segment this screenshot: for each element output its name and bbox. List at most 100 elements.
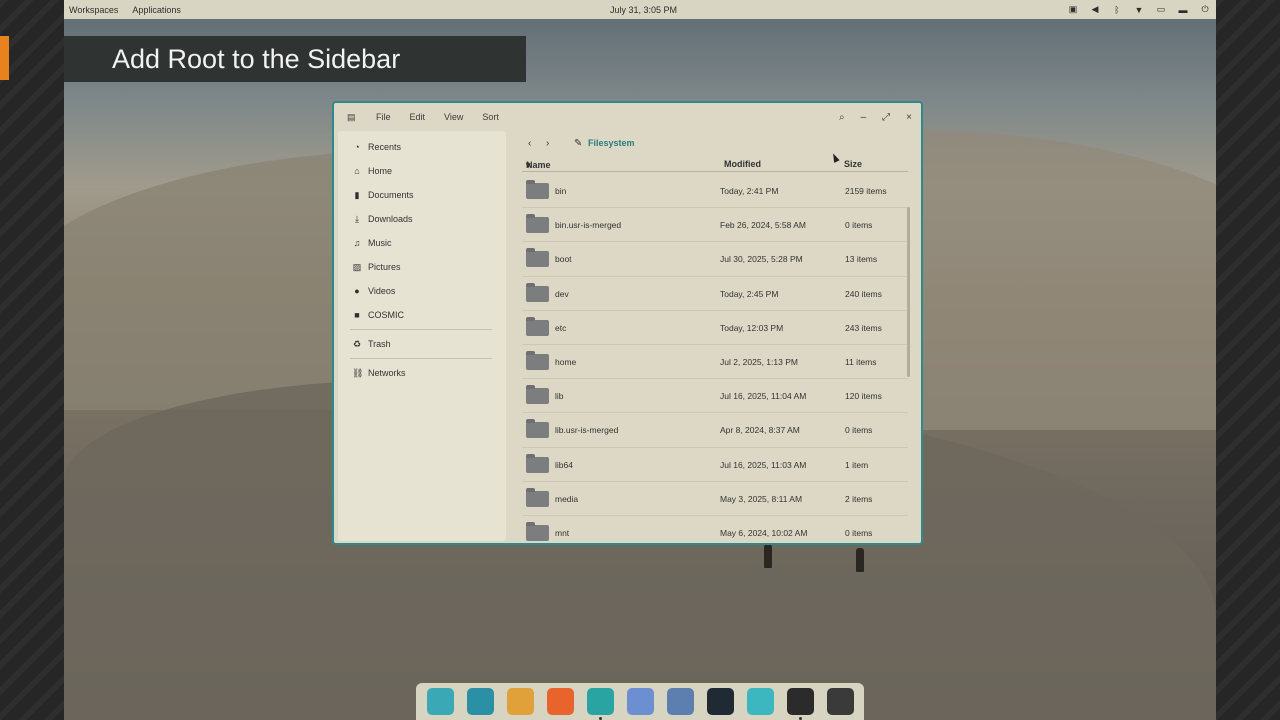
sidebar-item-cosmic[interactable]: ■ COSMIC [352, 308, 404, 322]
sidebar-item-label: Networks [368, 368, 406, 378]
close-icon[interactable]: × [906, 112, 912, 123]
documents-icon: ▮ [354, 189, 360, 200]
volume-icon[interactable]: ◀ [1090, 4, 1100, 15]
table-row[interactable]: bin Today, 2:41 PM 2159 items [522, 174, 908, 209]
power-icon[interactable]: ⏻ [1200, 4, 1210, 15]
file-modified: Feb 26, 2024, 5:58 AM [720, 220, 807, 231]
scrollbar[interactable] [907, 207, 910, 377]
sidebar-item-recents[interactable]: ◔ Recents [352, 140, 401, 154]
workspaces-app-icon[interactable] [466, 688, 494, 715]
file-modified: Jul 2, 2025, 1:13 PM [720, 356, 798, 367]
sidebar-item-pictures[interactable]: ▨ Pictures [352, 260, 401, 274]
file-modified: Today, 12:03 PM [720, 322, 784, 333]
file-name: boot [555, 254, 572, 265]
store-app-icon[interactable] [626, 688, 654, 715]
pictures-icon: ▨ [352, 261, 362, 272]
table-row[interactable]: etc Today, 12:03 PM 243 items [522, 311, 908, 345]
file-modified: Today, 2:45 PM [720, 288, 779, 299]
file-modified: May 3, 2025, 8:11 AM [720, 493, 803, 504]
table-row[interactable]: lib.usr-is-merged Apr 8, 2024, 8:37 AM 0 i… [522, 413, 908, 448]
sidebar-toggle-icon[interactable]: ▤ [347, 112, 356, 123]
forward-icon[interactable]: › [546, 138, 549, 149]
clock[interactable]: July 31, 3:05 PM [610, 5, 677, 15]
text-editor-icon[interactable] [666, 688, 694, 715]
file-name: bin.usr-is-merged [555, 220, 622, 231]
table-row[interactable]: dev Today, 2:45 PM 240 items [522, 277, 908, 311]
folder-icon [526, 180, 549, 199]
display-icon[interactable]: ▣ [1068, 4, 1078, 15]
column-modified[interactable]: Modified [724, 159, 761, 169]
file-name: etc [555, 322, 567, 333]
file-size: 1 item [845, 459, 869, 470]
column-header: Name ▾ Modified Size [522, 158, 908, 172]
battery-icon[interactable]: ▭ [1156, 4, 1166, 15]
sidebar-item-documents[interactable]: ▮ Documents [352, 188, 414, 202]
menu-view[interactable]: View [444, 112, 463, 122]
folder-icon [526, 487, 549, 507]
file-modified: Jul 16, 2025, 11:03 AM [720, 459, 807, 470]
file-list: bin Today, 2:41 PM 2159 items bin.usr-is-me… [522, 174, 908, 543]
menu-bar: File Edit View Sort [376, 112, 499, 122]
sidebar-item-label: Music [368, 238, 392, 248]
person-figure [856, 548, 864, 572]
folder-icon [526, 214, 549, 234]
workspaces-button[interactable]: Workspaces [69, 5, 118, 15]
menu-sort[interactable]: Sort [482, 112, 499, 122]
navigation-bar: ‹ › ✎ Filesystem [522, 131, 916, 163]
back-icon[interactable]: ‹ [528, 138, 531, 149]
sidebar-item-label: Videos [368, 286, 396, 296]
sidebar-item-home[interactable]: ⌂ Home [352, 164, 392, 178]
edit-path-icon[interactable]: ✎ [574, 138, 582, 149]
file-manager-window: ▤ File Edit View Sort ⌕ – ⤢ × ◔ Recents ⌂… [332, 101, 923, 545]
wifi-icon[interactable]: ▼ [1134, 5, 1144, 15]
banner-title: Add Root to the Sidebar [112, 43, 401, 74]
table-row[interactable]: mnt May 6, 2024, 10:02 AM 0 items [522, 516, 908, 543]
files-app-icon[interactable] [586, 688, 614, 720]
app-library-icon[interactable] [506, 688, 534, 715]
sidebar-item-videos[interactable]: ● Videos [352, 284, 395, 298]
folder-icon [526, 385, 549, 405]
file-name: lib.usr-is-merged [555, 425, 619, 436]
sidebar-item-music[interactable]: ♫ Music [352, 236, 392, 250]
screenshot-app-icon[interactable] [426, 688, 454, 715]
applications-button[interactable]: Applications [132, 5, 181, 15]
menu-edit[interactable]: Edit [410, 112, 426, 122]
table-row[interactable]: media May 3, 2025, 8:11 AM 2 items [522, 482, 908, 516]
system-tray: ▣ ◀ ᛒ ▼ ▭ ▬ ⏻ [1068, 4, 1210, 15]
bluetooth-icon[interactable]: ᛒ [1112, 5, 1122, 15]
table-row[interactable]: lib64 Jul 16, 2025, 11:03 AM 1 item [522, 448, 908, 482]
obs-icon[interactable] [786, 688, 814, 720]
table-row[interactable]: lib Jul 16, 2025, 11:04 AM 120 items [522, 379, 908, 414]
menu-file[interactable]: File [376, 112, 391, 122]
sidebar-item-networks[interactable]: ⛓ Networks [352, 366, 406, 380]
music-icon: ♫ [353, 238, 361, 248]
folder-icon [526, 350, 549, 370]
terminal-icon[interactable] [706, 688, 734, 715]
folder-icon [526, 521, 549, 541]
downloads-icon: ⤓ [355, 213, 359, 224]
recents-icon: ◔ [354, 142, 360, 152]
sidebar-item-trash[interactable]: ♻ Trash [352, 337, 391, 351]
table-row[interactable]: bin.usr-is-merged Feb 26, 2024, 5:58 AM 0 … [522, 208, 908, 243]
screen-record-icon[interactable] [826, 688, 854, 715]
folder-icon: ■ [354, 310, 360, 320]
file-name: mnt [555, 527, 570, 538]
settings-app-icon[interactable] [746, 688, 774, 715]
column-size[interactable]: Size [844, 159, 862, 169]
file-name: media [555, 493, 579, 504]
folder-icon [526, 453, 549, 473]
sidebar-item-downloads[interactable]: ⤓ Downloads [352, 212, 413, 226]
videos-icon: ● [354, 286, 360, 296]
sidebar-divider [350, 358, 492, 359]
maximize-icon[interactable]: ⤢ [882, 112, 890, 123]
table-row[interactable]: boot Jul 30, 2025, 5:28 PM 13 items [522, 242, 908, 277]
firefox-icon[interactable] [546, 688, 574, 715]
table-row[interactable]: home Jul 2, 2025, 1:13 PM 11 items [522, 345, 908, 380]
breadcrumb[interactable]: Filesystem [588, 138, 635, 148]
file-size: 2159 items [845, 186, 887, 196]
search-icon[interactable]: ⌕ [839, 112, 845, 123]
top-panel: Workspaces Applications July 31, 3:05 PM… [64, 0, 1216, 19]
notifications-icon[interactable]: ▬ [1178, 5, 1188, 15]
minimize-icon[interactable]: – [861, 112, 867, 123]
file-modified: May 6, 2024, 10:02 AM [720, 527, 808, 538]
